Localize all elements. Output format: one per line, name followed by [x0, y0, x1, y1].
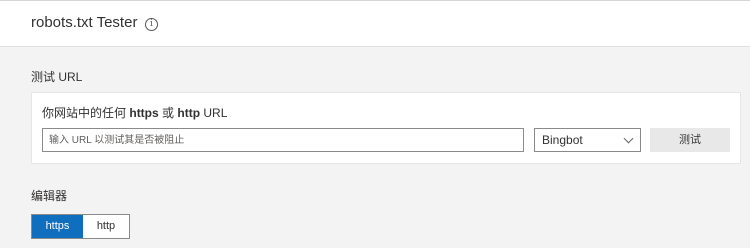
page-header: robots.txt Tester i	[0, 0, 750, 47]
test-url-card: 你网站中的任何 https 或 http URL Bingbot 测试	[31, 92, 741, 164]
info-icon[interactable]: i	[145, 18, 158, 31]
protocol-https-option[interactable]: https	[32, 215, 83, 238]
url-input[interactable]	[42, 128, 524, 152]
test-button[interactable]: 测试	[650, 128, 730, 152]
protocol-toggle: https http	[31, 214, 130, 239]
label-prefix: 你网站中的任何	[42, 106, 127, 120]
chevron-down-icon	[623, 133, 634, 144]
label-https: https	[129, 106, 159, 120]
test-url-section-label: 测试 URL	[31, 70, 83, 84]
page-title: robots.txt Tester	[31, 14, 138, 31]
editor-section-label: 编辑器	[31, 189, 68, 203]
label-or: 或	[162, 106, 175, 120]
url-field-label: 你网站中的任何 https 或 http URL	[42, 104, 227, 121]
protocol-http-option[interactable]: http	[83, 215, 129, 238]
label-http: http	[177, 106, 201, 120]
bot-select-value: Bingbot	[542, 133, 583, 147]
label-suffix: URL	[203, 106, 228, 120]
bot-select[interactable]: Bingbot	[534, 128, 641, 152]
